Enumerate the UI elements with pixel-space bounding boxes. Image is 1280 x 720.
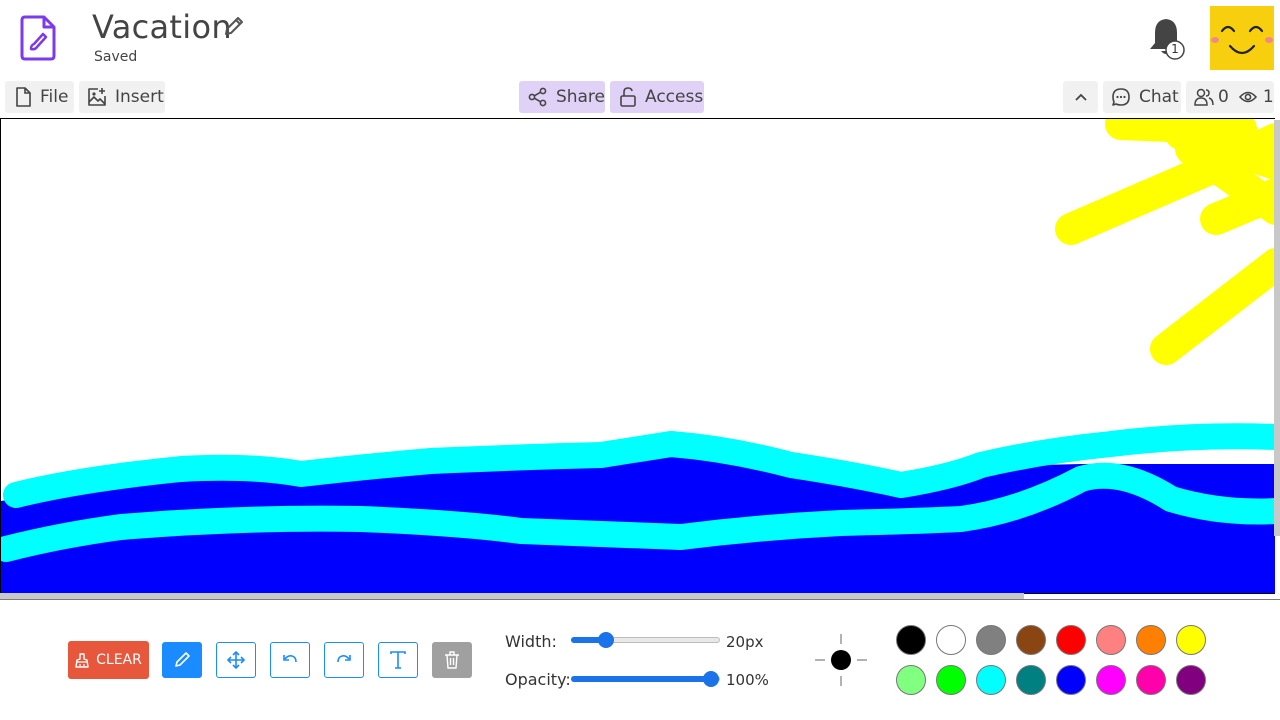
- unlock-icon: [620, 87, 636, 107]
- document-icon: [18, 14, 58, 62]
- notifications-button[interactable]: 1: [1146, 16, 1186, 60]
- bell-icon: [1150, 19, 1185, 60]
- eye-icon: [1238, 91, 1257, 103]
- clear-label: CLEAR: [96, 652, 142, 668]
- color-swatch[interactable]: [1016, 665, 1046, 695]
- notification-count: 1: [1171, 42, 1179, 56]
- text-tool-button[interactable]: [378, 642, 418, 678]
- delete-button[interactable]: [432, 642, 472, 678]
- move-icon: [227, 651, 245, 669]
- vertical-scrollbar[interactable]: [1274, 120, 1280, 536]
- document-title[interactable]: Vacation: [92, 8, 232, 46]
- color-swatch[interactable]: [1056, 625, 1086, 655]
- color-swatch[interactable]: [976, 665, 1006, 695]
- color-swatch[interactable]: [896, 665, 926, 695]
- file-menu-button[interactable]: File: [5, 81, 74, 113]
- color-swatch[interactable]: [936, 665, 966, 695]
- color-swatch[interactable]: [976, 625, 1006, 655]
- color-swatch[interactable]: [1096, 665, 1126, 695]
- users-count: 0: [1218, 87, 1229, 107]
- viewers-count: 1: [1262, 87, 1274, 107]
- broom-icon: [75, 652, 89, 668]
- brush-preview: [815, 634, 867, 686]
- color-swatch[interactable]: [1016, 625, 1046, 655]
- chat-icon: [1112, 88, 1130, 106]
- save-status: Saved: [94, 49, 138, 65]
- redo-icon: [337, 655, 351, 663]
- drawing-canvas[interactable]: [0, 118, 1275, 594]
- pen-icon: [175, 652, 190, 667]
- color-swatch[interactable]: [1056, 665, 1086, 695]
- chat-button[interactable]: Chat: [1103, 81, 1181, 113]
- sun-ray: [1150, 248, 1275, 365]
- share-button[interactable]: Share: [519, 81, 605, 113]
- undo-button[interactable]: [270, 642, 310, 678]
- width-slider[interactable]: [571, 632, 720, 648]
- opacity-slider-fill: [571, 676, 719, 682]
- insert-image-icon: [88, 88, 106, 106]
- crosshair-icon: [815, 634, 867, 686]
- color-swatch[interactable]: [1096, 625, 1126, 655]
- color-swatch[interactable]: [1176, 665, 1206, 695]
- drawing-area: [0, 118, 1280, 600]
- color-swatch[interactable]: [1176, 625, 1206, 655]
- undo-icon: [283, 655, 297, 663]
- clear-button[interactable]: CLEAR: [68, 641, 149, 679]
- redo-button[interactable]: [324, 642, 364, 678]
- color-swatch[interactable]: [1136, 625, 1166, 655]
- opacity-label: Opacity:: [505, 670, 571, 689]
- opacity-slider-thumb[interactable]: [703, 671, 719, 687]
- sun-strokes: [1055, 119, 1275, 365]
- opacity-slider[interactable]: [571, 671, 720, 687]
- trash-icon: [445, 651, 459, 669]
- sun-ray: [1200, 178, 1275, 235]
- smiley-face-icon: [1211, 25, 1273, 55]
- file-menu-label: File: [40, 87, 69, 107]
- avatar[interactable]: [1210, 6, 1274, 70]
- divider: [0, 599, 1280, 600]
- drawing: [1, 119, 1275, 593]
- width-label: Width:: [505, 632, 557, 651]
- width-slider-thumb[interactable]: [597, 632, 614, 648]
- share-label: Share: [555, 87, 605, 107]
- text-icon: [390, 651, 406, 669]
- insert-menu-label: Insert: [115, 87, 164, 107]
- access-button[interactable]: Access: [610, 81, 704, 113]
- whiteboard-app: Vacation Saved 1 File Insert Share Acces…: [0, 0, 1280, 720]
- chevron-up-icon: [1074, 93, 1087, 101]
- color-swatch[interactable]: [936, 625, 966, 655]
- insert-menu-button[interactable]: Insert: [79, 81, 165, 113]
- collapse-button[interactable]: [1063, 81, 1098, 113]
- color-swatch[interactable]: [896, 625, 926, 655]
- opacity-value: 100%: [726, 671, 769, 689]
- pen-tool-button[interactable]: [162, 642, 202, 678]
- edit-title-icon[interactable]: [222, 14, 246, 38]
- width-value: 20px: [726, 633, 764, 651]
- color-swatch[interactable]: [1136, 665, 1166, 695]
- access-label: Access: [645, 87, 704, 107]
- current-color-dot: [831, 650, 851, 670]
- file-icon: [16, 87, 31, 107]
- users-icon: [1194, 88, 1214, 106]
- move-tool-button[interactable]: [216, 642, 256, 678]
- chat-label: Chat: [1139, 87, 1179, 107]
- share-icon: [528, 87, 547, 107]
- participants-button[interactable]: 0 1: [1186, 81, 1274, 113]
